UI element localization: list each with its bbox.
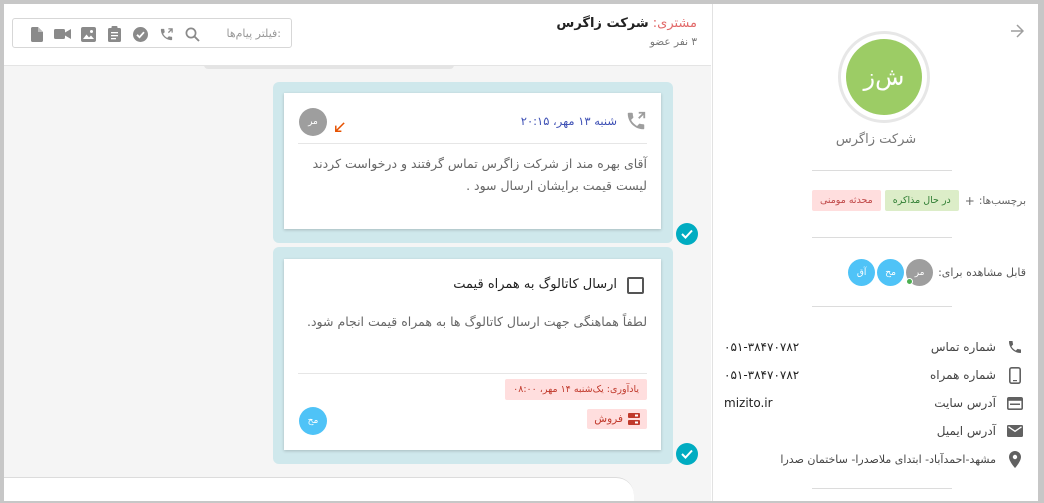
- visible-to-label: قابل مشاهده برای:: [938, 266, 1026, 279]
- address-row[interactable]: مشهد-احمدآباد- ابتدای ملاصدرا- ساختمان ص…: [724, 449, 1024, 469]
- chat-title-name[interactable]: شرکت زاگرس: [556, 16, 648, 31]
- phone-label: شماره تماس: [930, 340, 996, 354]
- location-icon: [1006, 450, 1024, 468]
- image-icon[interactable]: [79, 26, 98, 42]
- task-description: لطفاً هماهنگی جهت ارسال کاتالوگ ها به هم…: [307, 314, 647, 329]
- chat-title-prefix: مشتری:: [652, 16, 697, 31]
- address-text: مشهد-احمدآباد- ابتدای ملاصدرا- ساختمان ص…: [780, 452, 996, 466]
- member-avatar[interactable]: مح: [877, 259, 905, 286]
- mobile-icon: [1006, 366, 1024, 384]
- website-value[interactable]: mizito.ir: [724, 396, 773, 410]
- mobile-label: شماره همراه: [929, 368, 996, 382]
- divider: [812, 237, 952, 238]
- call-log-card[interactable]: شنبه ۱۳ مهر، ۲۰:۱۵ مر آقای بهره مند از ش…: [284, 93, 661, 229]
- reminder-badge[interactable]: یادآوری: یک‌شنبه ۱۴ مهر، ۰۸:۰۰: [505, 379, 647, 400]
- member-avatar[interactable]: مر: [906, 259, 934, 286]
- chat-header: فیلتر پیام‌ها: مشتری: شرکت زاگرس ۳ نفر ع…: [4, 4, 711, 66]
- app-frame: فیلتر پیام‌ها: مشتری: شرکت زاگرس ۳ نفر ع…: [4, 4, 1038, 501]
- phone-row[interactable]: شماره تماس ۰۵۱-۳۸۴۷۰۷۸۲: [724, 337, 1024, 357]
- message-bubble-task: ارسال کاتالوگ به همراه قیمت لطفاً هماهنگ…: [273, 247, 673, 464]
- card-divider: [298, 373, 647, 374]
- file-icon[interactable]: [27, 26, 46, 42]
- member-avatar[interactable]: آق: [848, 259, 876, 286]
- phone-log-icon: [627, 111, 646, 130]
- task-checkbox[interactable]: [627, 277, 644, 294]
- filter-box: فیلتر پیام‌ها:: [12, 18, 292, 48]
- website-label: آدرس سایت: [934, 396, 996, 410]
- author-avatar[interactable]: مر: [299, 108, 327, 136]
- category-badge[interactable]: فروش: [587, 409, 647, 429]
- mobile-value[interactable]: ۰۵۱-۳۸۴۷۰۷۸۲: [724, 368, 799, 382]
- task-card[interactable]: ارسال کاتالوگ به همراه قیمت لطفاً هماهنگ…: [284, 259, 661, 450]
- chat-title-block: مشتری: شرکت زاگرس ۳ نفر عضو: [556, 16, 697, 48]
- scroll-edge: [204, 65, 454, 69]
- company-avatar-initials: ش‌ز: [846, 39, 922, 115]
- email-row[interactable]: آدرس ایمیل: [724, 421, 1024, 441]
- message-type-filters: [27, 26, 202, 42]
- member-initials: آق: [856, 267, 867, 278]
- website-row[interactable]: آدرس سایت mizito.ir: [724, 393, 1024, 413]
- profile-panel: ش‌ز شرکت زاگرس برچسب‌ها: + در حال مذاکره…: [712, 4, 1038, 501]
- call-date: شنبه ۱۳ مهر، ۲۰:۱۵: [520, 114, 617, 128]
- phone-icon: [1006, 338, 1024, 356]
- online-status-dot: [906, 278, 914, 285]
- task-title: ارسال کاتالوگ به همراه قیمت: [453, 277, 617, 292]
- incoming-call-arrow-icon: [335, 122, 345, 132]
- card-divider: [298, 143, 647, 144]
- divider: [812, 306, 952, 307]
- chat-body: شنبه ۱۳ مهر، ۲۰:۱۵ مر آقای بهره مند از ش…: [4, 65, 711, 501]
- tags-row: برچسب‌ها: + در حال مذاکره محدثه مومنی: [811, 190, 1026, 211]
- chat-title: مشتری: شرکت زاگرس: [556, 16, 697, 31]
- phone-value[interactable]: ۰۵۱-۳۸۴۷۰۷۸۲: [724, 340, 799, 354]
- member-count[interactable]: ۳ نفر عضو: [556, 36, 697, 48]
- category-label: فروش: [594, 413, 623, 425]
- sent-check-icon: [676, 443, 698, 465]
- company-name: شرکت زاگرس: [835, 132, 917, 147]
- call-note-text: آقای بهره مند از شرکت زاگرس تماس گرفتند …: [312, 156, 647, 193]
- sent-check-icon: [676, 223, 698, 245]
- divider: [812, 170, 952, 171]
- member-initials: مح: [885, 267, 896, 278]
- email-label: آدرس ایمیل: [936, 424, 996, 438]
- clipboard-icon[interactable]: [105, 26, 124, 42]
- member-initials: مر: [914, 267, 925, 278]
- category-icon: [628, 413, 640, 425]
- author-avatar[interactable]: مح: [299, 407, 327, 435]
- email-icon: [1006, 422, 1024, 440]
- tag-assignee[interactable]: محدثه مومنی: [811, 190, 881, 211]
- composer-input[interactable]: [4, 477, 634, 501]
- add-tag-button[interactable]: +: [965, 194, 975, 208]
- tag-negotiating[interactable]: در حال مذاکره: [884, 190, 959, 211]
- mobile-row[interactable]: شماره همراه ۰۵۱-۳۸۴۷۰۷۸۲: [724, 365, 1024, 385]
- phone-call-icon[interactable]: [157, 26, 176, 42]
- visible-to-row: قابل مشاهده برای: مر مح آق: [846, 259, 1026, 286]
- video-icon[interactable]: [53, 26, 72, 42]
- web-icon: [1006, 394, 1024, 412]
- message-bubble-call: شنبه ۱۳ مهر، ۲۰:۱۵ مر آقای بهره مند از ش…: [273, 82, 673, 243]
- divider: [812, 488, 952, 489]
- company-avatar[interactable]: ش‌ز: [838, 31, 930, 123]
- tags-label: برچسب‌ها:: [978, 194, 1026, 207]
- arrow-right-icon[interactable]: [1010, 24, 1024, 38]
- filter-input[interactable]: فیلتر پیام‌ها:: [226, 27, 281, 40]
- search-icon[interactable]: [183, 26, 202, 42]
- check-circle-icon[interactable]: [131, 26, 150, 42]
